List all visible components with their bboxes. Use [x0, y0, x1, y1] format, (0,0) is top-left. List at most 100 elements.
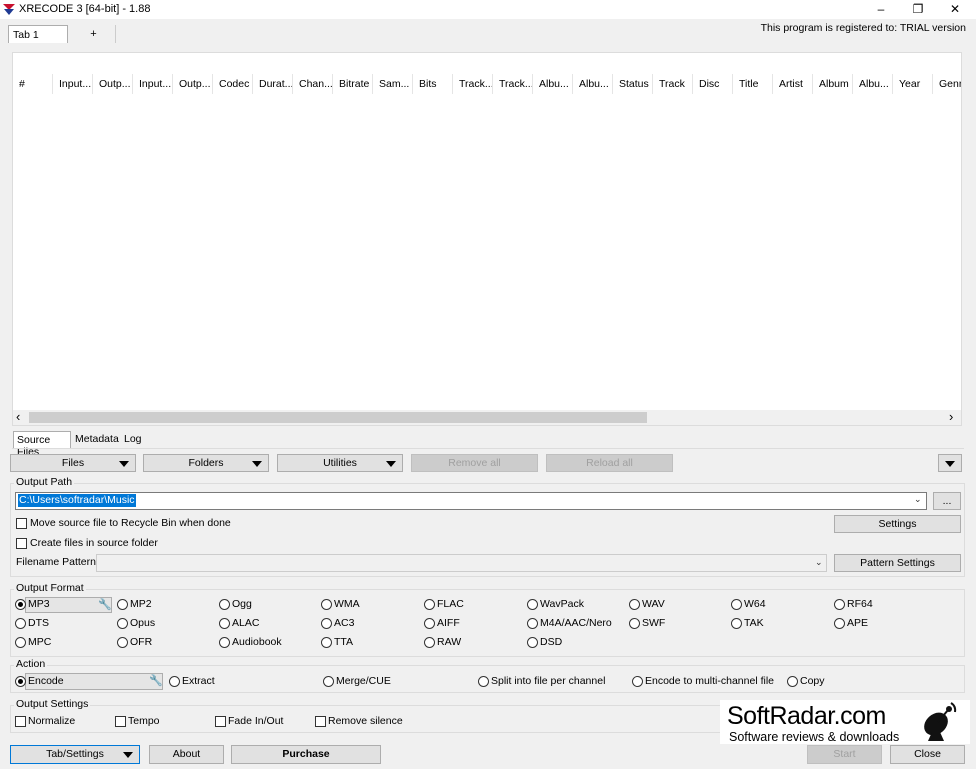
format-radio[interactable] [321, 637, 332, 648]
column-header[interactable]: Track [653, 74, 693, 94]
format-radio[interactable] [15, 618, 26, 629]
column-header[interactable]: Albu... [853, 74, 893, 94]
column-header[interactable]: Disc [693, 74, 733, 94]
scrollbar-thumb[interactable] [29, 412, 647, 423]
column-header[interactable]: Chan... [293, 74, 333, 94]
column-header[interactable]: Year [893, 74, 933, 94]
column-header[interactable]: Status [613, 74, 653, 94]
format-radio[interactable] [117, 599, 128, 610]
chevron-down-icon[interactable]: ⌄ [815, 557, 823, 568]
restore-button[interactable]: ❐ [903, 0, 933, 19]
remove-all-button[interactable]: Remove all [411, 454, 538, 472]
output-setting-checkbox[interactable] [215, 716, 226, 727]
format-radio[interactable] [527, 618, 538, 629]
format-radio[interactable] [629, 599, 640, 610]
output-path-input[interactable] [15, 492, 927, 510]
column-header[interactable]: Genr [933, 74, 961, 94]
files-button[interactable]: Files [10, 454, 136, 472]
format-radio[interactable] [117, 618, 128, 629]
wrench-icon[interactable]: 🔧 [98, 598, 112, 611]
files-label: Files [61, 457, 85, 469]
action-radio[interactable] [169, 676, 180, 687]
format-radio[interactable] [15, 599, 26, 610]
filename-pattern-label: Filename Pattern: [16, 556, 99, 568]
utilities-button[interactable]: Utilities [277, 454, 403, 472]
tab-settings-button[interactable]: Tab/Settings [10, 745, 140, 764]
column-header[interactable]: Bitrate [333, 74, 373, 94]
tab-metadata[interactable]: Metadata [72, 431, 119, 448]
purchase-button[interactable]: Purchase [231, 745, 381, 764]
format-radio[interactable] [424, 599, 435, 610]
column-header[interactable]: Artist [773, 74, 813, 94]
format-radio[interactable] [731, 618, 742, 629]
column-header[interactable]: Track... [453, 74, 493, 94]
format-label: TAK [744, 617, 764, 629]
format-label: Opus [130, 617, 156, 629]
column-header[interactable]: Bits [413, 74, 453, 94]
column-header[interactable]: Title [733, 74, 773, 94]
format-radio[interactable] [219, 599, 230, 610]
reload-all-button[interactable]: Reload all [546, 454, 673, 472]
output-settings-label: Output Settings [14, 698, 91, 710]
browse-button[interactable]: ... [933, 492, 961, 510]
start-button[interactable]: Start [807, 745, 882, 764]
column-header[interactable]: Durat... [253, 74, 293, 94]
action-radio[interactable] [787, 676, 798, 687]
wrench-icon[interactable]: 🔧 [149, 674, 163, 687]
column-header[interactable]: Outp... [173, 74, 213, 94]
format-radio[interactable] [219, 637, 230, 648]
tab-log[interactable]: Log [121, 431, 151, 448]
format-radio[interactable] [321, 599, 332, 610]
output-setting-checkbox[interactable] [115, 716, 126, 727]
column-header[interactable]: Albu... [533, 74, 573, 94]
scroll-left-icon[interactable]: ‹ [16, 409, 20, 424]
about-button[interactable]: About [149, 745, 224, 764]
chevron-down-icon[interactable]: ⌄ [914, 494, 922, 505]
column-header[interactable]: Track... [493, 74, 533, 94]
close-button[interactable]: Close [890, 745, 965, 764]
format-radio[interactable] [424, 637, 435, 648]
settings-button[interactable]: Settings [834, 515, 961, 533]
format-radio[interactable] [117, 637, 128, 648]
file-list[interactable] [12, 52, 962, 426]
column-header[interactable]: Sam... [373, 74, 413, 94]
scroll-right-icon[interactable]: › [949, 409, 953, 424]
format-radio[interactable] [834, 599, 845, 610]
output-setting-checkbox[interactable] [15, 716, 26, 727]
column-header[interactable]: Codec [213, 74, 253, 94]
column-header[interactable]: Input... [133, 74, 173, 94]
action-radio[interactable] [323, 676, 334, 687]
tab-settings-label: Tab/Settings [46, 748, 104, 760]
pattern-settings-button[interactable]: Pattern Settings [834, 554, 961, 572]
format-radio[interactable] [527, 637, 538, 648]
folders-button[interactable]: Folders [143, 454, 269, 472]
column-header[interactable]: Input... [53, 74, 93, 94]
format-radio[interactable] [629, 618, 640, 629]
format-radio[interactable] [424, 618, 435, 629]
format-radio[interactable] [15, 637, 26, 648]
action-radio[interactable] [632, 676, 643, 687]
format-radio[interactable] [834, 618, 845, 629]
tab-source-files[interactable]: Source Files [13, 431, 71, 458]
action-radio[interactable] [478, 676, 489, 687]
divider [12, 448, 964, 449]
column-header[interactable]: Albu... [573, 74, 613, 94]
move-source-checkbox[interactable] [16, 518, 27, 529]
minimize-button[interactable]: – [866, 0, 896, 19]
window-title: XRECODE 3 [64-bit] - 1.88 [19, 3, 151, 15]
filename-pattern-input[interactable] [96, 554, 827, 572]
close-window-button[interactable]: ✕ [940, 0, 970, 19]
add-tab-button[interactable]: + [72, 25, 116, 43]
format-radio[interactable] [527, 599, 538, 610]
column-header[interactable]: Album [813, 74, 853, 94]
format-radio[interactable] [219, 618, 230, 629]
tab-1[interactable]: Tab 1 [8, 25, 68, 43]
format-radio[interactable] [731, 599, 742, 610]
column-header[interactable]: Outp... [93, 74, 133, 94]
output-setting-checkbox[interactable] [315, 716, 326, 727]
column-header[interactable]: # [13, 74, 53, 94]
more-options-button[interactable] [938, 454, 962, 472]
format-radio[interactable] [321, 618, 332, 629]
action-radio[interactable] [15, 676, 26, 687]
create-in-source-checkbox[interactable] [16, 538, 27, 549]
